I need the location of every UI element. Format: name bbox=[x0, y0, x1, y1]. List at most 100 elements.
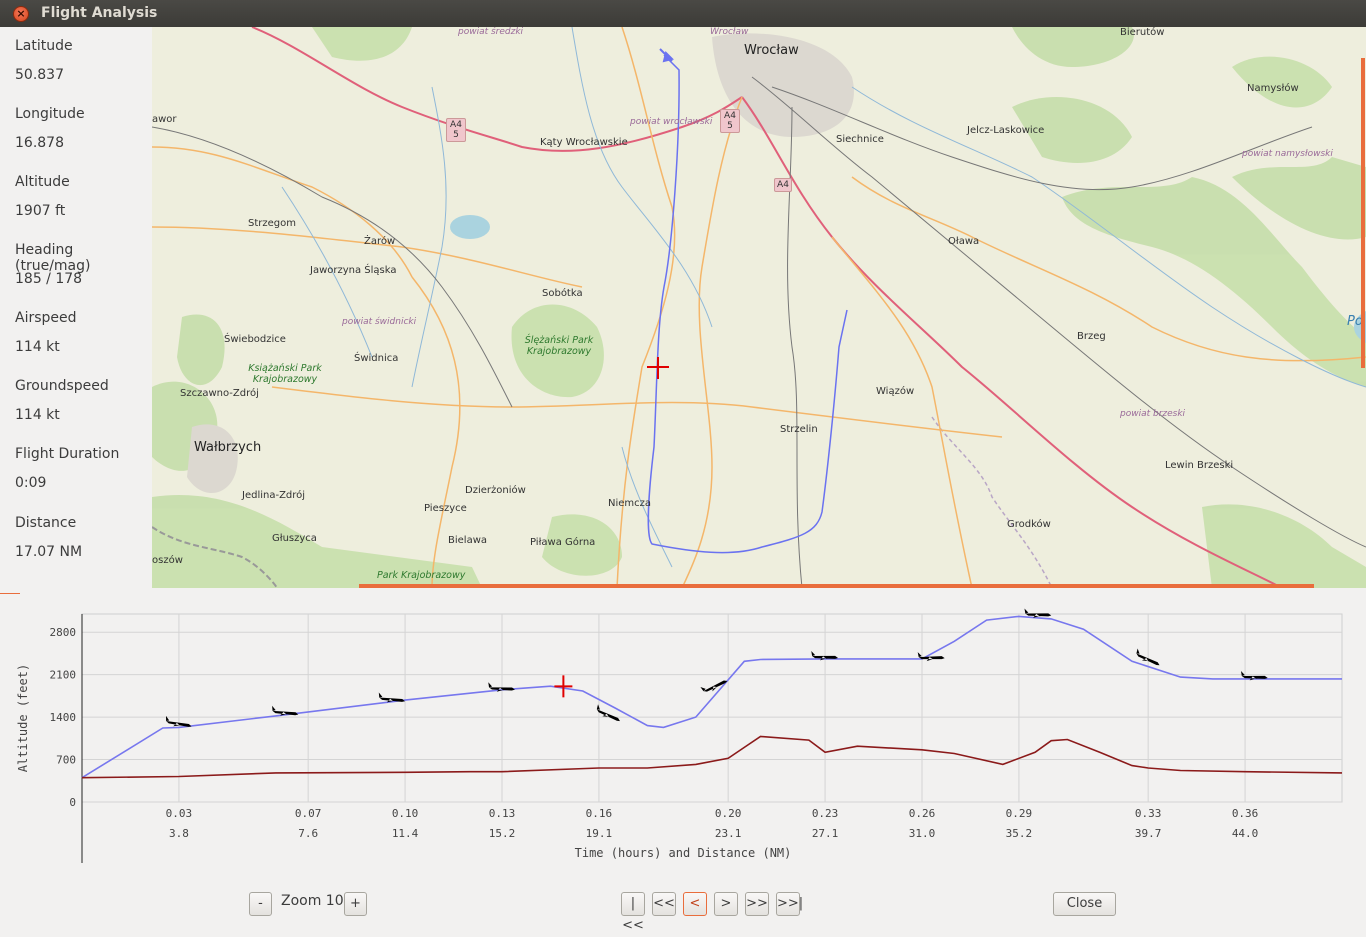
groundspeed-value: 114 kt bbox=[15, 407, 60, 423]
map-region-label: Wrocław bbox=[710, 27, 749, 37]
map-horizontal-scrollbar[interactable] bbox=[359, 584, 1314, 588]
zoom-level-label: Zoom 10 bbox=[281, 893, 344, 909]
first-button[interactable]: |<< bbox=[621, 892, 645, 933]
map-city-label: Wrocław bbox=[744, 43, 799, 58]
map-town-label: Brzeg bbox=[1077, 331, 1106, 342]
groundspeed-label: Groundspeed bbox=[15, 378, 109, 394]
zoom-in-button[interactable]: + bbox=[344, 892, 367, 916]
longitude-label: Longitude bbox=[15, 106, 85, 122]
altitude-value: 1907 ft bbox=[15, 203, 66, 219]
map-town-label: Niemcza bbox=[608, 498, 652, 509]
airspeed-value: 114 kt bbox=[15, 339, 60, 355]
map-vertical-scrollbar[interactable] bbox=[1361, 58, 1365, 368]
position-cursor-icon bbox=[647, 357, 669, 379]
y-tick-label: 0 bbox=[69, 796, 76, 809]
x-tick-label-distance: 35.2 bbox=[1006, 827, 1033, 840]
altitude-chart-svg: 0 700 1400 2100 2800 0.03 3.8 0.07 7.6 0.10 11.4 0… bbox=[16, 608, 1343, 863]
y-tick-label: 1400 bbox=[50, 711, 77, 724]
map-town-label: Kąty Wrocławskie bbox=[540, 137, 628, 148]
x-tick-label-distance: 44.0 bbox=[1232, 827, 1259, 840]
x-tick-label-distance: 15.2 bbox=[489, 827, 516, 840]
x-tick-label-distance: 3.8 bbox=[169, 827, 189, 840]
x-tick-label-time: 0.07 bbox=[295, 807, 322, 820]
y-tick-label: 2100 bbox=[50, 669, 77, 682]
map-town-label: Pieszyce bbox=[424, 503, 467, 514]
map-park-label: Ślężański Park Krajobrazowy bbox=[524, 335, 594, 357]
window-title: Flight Analysis bbox=[41, 5, 158, 21]
back-button[interactable]: < bbox=[683, 892, 707, 916]
map-town-label: Strzegom bbox=[248, 218, 296, 229]
motorway-shield: A4 5 bbox=[446, 118, 466, 142]
map-town-label: Szczawno-Zdrój bbox=[180, 388, 259, 399]
close-button[interactable]: Close bbox=[1053, 892, 1116, 916]
y-tick-label: 700 bbox=[56, 754, 76, 767]
altitude-series-line bbox=[81, 615, 1342, 779]
altitude-label: Altitude bbox=[15, 174, 70, 190]
close-window-icon[interactable]: × bbox=[13, 6, 29, 22]
last-button[interactable]: >>| bbox=[776, 892, 803, 916]
forward-fast-button[interactable]: >> bbox=[745, 892, 769, 916]
flight-info-panel: Latitude 50.837 Longitude 16.878 Altitud… bbox=[0, 27, 152, 590]
map-park-label: Park Krajobrazowy bbox=[377, 570, 466, 581]
latitude-value: 50.837 bbox=[15, 67, 64, 83]
map-town-label: Lewin Brzeski bbox=[1165, 460, 1234, 471]
map-region-label: powiat świdnicki bbox=[342, 317, 417, 327]
map-background bbox=[152, 27, 1366, 588]
x-tick-label-distance: 19.1 bbox=[586, 827, 613, 840]
map-town-label: Żarów bbox=[364, 236, 396, 247]
heading-label: Heading (true/mag) bbox=[15, 242, 91, 274]
latitude-label: Latitude bbox=[15, 38, 73, 54]
x-tick-label-time: 0.16 bbox=[586, 807, 613, 820]
x-tick-label-time: 0.13 bbox=[489, 807, 516, 820]
x-tick-label-time: 0.29 bbox=[1006, 807, 1033, 820]
map-park-label: Książański Park Krajobrazowy bbox=[248, 363, 322, 385]
map-town-label: Głuszyca bbox=[272, 533, 317, 544]
map-town-label: oszów bbox=[152, 555, 183, 566]
motorway-shield: A4 bbox=[774, 178, 792, 192]
forward-button[interactable]: > bbox=[714, 892, 738, 916]
distance-value: 17.07 NM bbox=[15, 544, 83, 560]
control-bar: - Zoom 10 + |<< << < > >> >>| Close bbox=[0, 885, 1366, 933]
airspeed-label: Airspeed bbox=[15, 310, 77, 326]
title-bar: × Flight Analysis bbox=[0, 0, 1366, 27]
map-region-label: powiat średzki bbox=[458, 27, 524, 37]
map-town-label: Jelcz-Laskowice bbox=[967, 125, 1045, 136]
map-town-label: Strzelin bbox=[780, 424, 818, 435]
x-tick-label-time: 0.33 bbox=[1135, 807, 1162, 820]
aircraft-start-icon bbox=[659, 48, 674, 63]
map-town-label: Bierutów bbox=[1120, 27, 1165, 38]
altitude-profile-chart[interactable]: 0 700 1400 2100 2800 0.03 3.8 0.07 7.6 0.10 11.4 0… bbox=[0, 600, 1366, 870]
x-tick-label-distance: 31.0 bbox=[909, 827, 936, 840]
back-fast-button[interactable]: << bbox=[652, 892, 676, 916]
map-town-label: Wiązów bbox=[876, 386, 915, 397]
motorway-shield: A4 5 bbox=[720, 109, 740, 133]
y-tick-label: 2800 bbox=[50, 626, 77, 639]
map-town-label: Świdnica bbox=[354, 353, 399, 364]
x-tick-label-time: 0.26 bbox=[909, 807, 936, 820]
map-town-label: Sobótka bbox=[542, 288, 583, 299]
x-tick-label-distance: 11.4 bbox=[392, 827, 419, 840]
map-town-label: Siechnice bbox=[836, 134, 884, 145]
x-tick-label-time: 0.03 bbox=[166, 807, 193, 820]
map-region-label: powiat brzeski bbox=[1120, 409, 1186, 419]
flight-duration-label: Flight Duration bbox=[15, 446, 120, 462]
map-town-label: Jedlina-Zdrój bbox=[242, 490, 306, 501]
map-town-label: Grodków bbox=[1007, 519, 1051, 530]
map-region-label: powiat namysłowski bbox=[1242, 149, 1333, 159]
map-town-label: Jaworzyna Śląska bbox=[310, 265, 397, 276]
map-town-label: Dzierżoniów bbox=[465, 485, 526, 496]
x-axis-label: Time (hours) and Distance (NM) bbox=[575, 846, 792, 860]
x-tick-label-distance: 39.7 bbox=[1135, 827, 1162, 840]
x-tick-label-distance: 7.6 bbox=[298, 827, 318, 840]
map-town-label: Bielawa bbox=[448, 535, 488, 546]
map-city-label: Wałbrzych bbox=[194, 440, 262, 455]
map-town-label: Oława bbox=[948, 236, 980, 247]
x-tick-label-time: 0.36 bbox=[1232, 807, 1259, 820]
flight-map[interactable]: Wrocław Wałbrzych Bierutów Namysłów Jelc… bbox=[152, 27, 1366, 588]
map-town-label: Namysłów bbox=[1247, 83, 1299, 94]
x-tick-label-distance: 23.1 bbox=[715, 827, 742, 840]
y-axis-label: Altitude (feet) bbox=[16, 664, 30, 772]
map-town-label: Piława Górna bbox=[530, 537, 596, 548]
zoom-out-button[interactable]: - bbox=[249, 892, 272, 916]
map-town-label: awor bbox=[152, 114, 177, 125]
